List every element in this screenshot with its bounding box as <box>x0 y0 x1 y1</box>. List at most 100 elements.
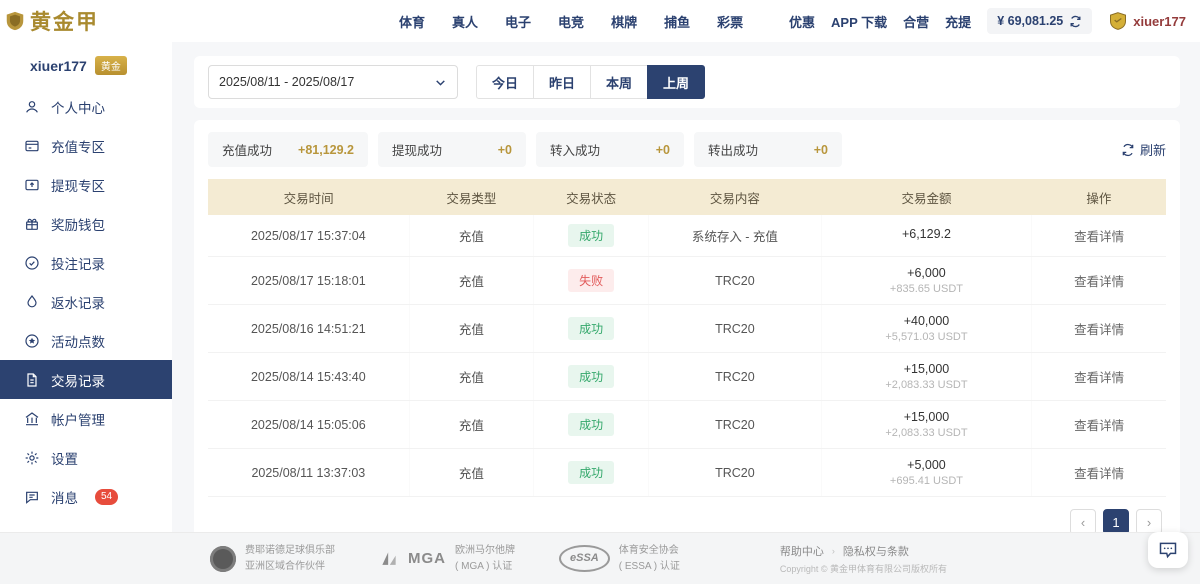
page: 黄金甲 体育 真人 电子 电竞 棋牌 捕鱼 彩票 优惠 APP 下载 合营 充提… <box>0 0 1200 584</box>
nav-esports[interactable]: 电竞 <box>558 12 584 31</box>
chat-bubble-icon <box>1157 540 1179 560</box>
status-badge: 成功 <box>568 461 614 484</box>
cell-time: 2025/08/17 15:37:04 <box>208 215 409 257</box>
wallet-balance[interactable]: ¥ 69,081.25 <box>987 8 1092 34</box>
customer-service-button[interactable] <box>1148 532 1188 568</box>
sidebar-item-label: 帐户管理 <box>51 409 105 429</box>
view-detail-link[interactable]: 查看详情 <box>1074 371 1124 385</box>
sidebar-item-recharge[interactable]: 充值专区 <box>0 126 172 165</box>
cell-status: 失败 <box>534 257 649 305</box>
sidebar-username: xiuer177 <box>30 58 87 74</box>
help-center-link[interactable]: 帮助中心 <box>780 543 824 559</box>
table-row: 2025/08/17 15:18:01 充值 失败 TRC20 +6,000+8… <box>208 257 1166 305</box>
top-header: 黄金甲 体育 真人 电子 电竞 棋牌 捕鱼 彩票 优惠 APP 下载 合营 充提… <box>0 0 1200 42</box>
cell-action: 查看详情 <box>1032 449 1166 497</box>
nav-live[interactable]: 真人 <box>452 12 478 31</box>
view-detail-link[interactable]: 查看详情 <box>1074 419 1124 433</box>
amount-usdt: +2,083.33 USDT <box>826 427 1028 439</box>
nav-slots[interactable]: 电子 <box>505 12 531 31</box>
status-badge: 失败 <box>568 269 614 292</box>
date-range-value: 2025/08/11 - 2025/08/17 <box>219 75 354 89</box>
balance-amount: ¥ 69,081.25 <box>997 14 1063 28</box>
tab-this-week[interactable]: 本周 <box>590 65 648 99</box>
site-logo[interactable]: 黄金甲 <box>4 6 99 36</box>
refresh-balance-icon[interactable] <box>1069 15 1082 28</box>
status-badge: 成功 <box>568 224 614 247</box>
nav-cards[interactable]: 棋牌 <box>611 12 637 31</box>
amount-value: +15,000 <box>826 410 1028 424</box>
partner-line1: 费耶诺德足球俱乐部 <box>245 543 335 559</box>
cell-type: 充值 <box>409 353 534 401</box>
refresh-icon <box>1121 143 1135 157</box>
table-row: 2025/08/17 15:37:04 充值 成功 系统存入 - 充值 +6,1… <box>208 215 1166 257</box>
sidebar-item-label: 交易记录 <box>51 370 105 390</box>
summary-transfer-out-success: 转出成功 +0 <box>694 132 842 167</box>
feyenoord-logo-icon <box>210 546 236 572</box>
sidebar-item-rebate-records[interactable]: 返水记录 <box>0 282 172 321</box>
nav-lottery[interactable]: 彩票 <box>717 12 743 31</box>
refresh-label: 刷新 <box>1140 140 1166 159</box>
cell-type: 充值 <box>409 401 534 449</box>
deposit-withdraw-link[interactable]: 充提 <box>945 12 971 31</box>
cell-type: 充值 <box>409 305 534 353</box>
sidebar-item-label: 提现专区 <box>51 175 105 195</box>
amount-value: +5,000 <box>826 458 1028 472</box>
cell-time: 2025/08/14 15:43:40 <box>208 353 409 401</box>
refresh-button[interactable]: 刷新 <box>1121 140 1166 159</box>
view-detail-link[interactable]: 查看详情 <box>1074 230 1124 244</box>
amount-value: +6,129.2 <box>826 227 1028 241</box>
amount-usdt: +2,083.33 USDT <box>826 379 1028 391</box>
view-detail-link[interactable]: 查看详情 <box>1074 323 1124 337</box>
status-badge: 成功 <box>568 317 614 340</box>
col-amount: 交易金额 <box>821 179 1032 215</box>
sidebar-item-account-manage[interactable]: 帐户管理 <box>0 399 172 438</box>
nav-fishing[interactable]: 捕鱼 <box>664 12 690 31</box>
sidebar-item-settings[interactable]: 设置 <box>0 438 172 477</box>
mga-sail-icon <box>379 549 399 569</box>
user-menu[interactable]: xiuer177 <box>1108 10 1186 32</box>
summary-label: 转入成功 <box>550 140 600 159</box>
footer-links-block: 帮助中心 › 隐私权与条款 Copyright © 黄金甲体育有限公司版权所有 <box>780 543 947 575</box>
sidebar-item-transaction-records[interactable]: 交易记录 <box>0 360 172 399</box>
date-range-select[interactable]: 2025/08/11 - 2025/08/17 <box>208 65 458 99</box>
sidebar-item-reward-wallet[interactable]: 奖励钱包 <box>0 204 172 243</box>
sidebar-item-withdraw[interactable]: 提现专区 <box>0 165 172 204</box>
message-count-badge: 54 <box>95 489 118 505</box>
sidebar-item-personal-center[interactable]: 个人中心 <box>0 87 172 126</box>
tab-last-week[interactable]: 上周 <box>647 65 705 99</box>
tab-yesterday[interactable]: 昨日 <box>533 65 591 99</box>
sidebar-item-activity-points[interactable]: 活动点数 <box>0 321 172 360</box>
partner-line1: 欧洲马尔他牌 <box>455 543 515 559</box>
sidebar-item-bet-records[interactable]: 投注记录 <box>0 243 172 282</box>
partner-feyenoord: 费耶诺德足球俱乐部 亚洲区域合作伙伴 <box>210 543 335 574</box>
summary-row: 充值成功 +81,129.2 提现成功 +0 转入成功 +0 转出成功 +0 <box>208 132 1166 167</box>
amount-usdt: +5,571.03 USDT <box>826 331 1028 343</box>
rebate-records-icon <box>24 294 40 310</box>
privacy-terms-link[interactable]: 隐私权与条款 <box>843 543 909 559</box>
amount-usdt: +695.41 USDT <box>826 475 1028 487</box>
date-tabs: 今日 昨日 本周 上周 <box>476 65 705 99</box>
view-detail-link[interactable]: 查看详情 <box>1074 275 1124 289</box>
col-action: 操作 <box>1032 179 1166 215</box>
nav-sports[interactable]: 体育 <box>399 12 425 31</box>
footer-link-separator: › <box>832 546 835 556</box>
amount-value: +40,000 <box>826 314 1028 328</box>
cell-amount: +5,000 +695.41 USDT <box>821 449 1032 497</box>
sidebar-item-label: 奖励钱包 <box>51 214 105 234</box>
chevron-down-icon <box>434 76 447 89</box>
main-content: 2025/08/11 - 2025/08/17 今日 昨日 本周 上周 充值成功… <box>172 42 1200 532</box>
app-download-link[interactable]: APP 下载 <box>831 12 887 31</box>
sidebar-item-messages[interactable]: 消息 54 <box>0 477 172 516</box>
view-detail-link[interactable]: 查看详情 <box>1074 467 1124 481</box>
cell-action: 查看详情 <box>1032 305 1166 353</box>
amount-value: +6,000 <box>826 266 1028 280</box>
tab-today[interactable]: 今日 <box>476 65 534 99</box>
settings-icon <box>24 450 40 466</box>
summary-value: +0 <box>656 143 670 157</box>
sidebar-item-label: 充值专区 <box>51 136 105 156</box>
cell-status: 成功 <box>534 401 649 449</box>
table-row: 2025/08/14 15:43:40 充值 成功 TRC20 +15,000+… <box>208 353 1166 401</box>
summary-label: 充值成功 <box>222 140 272 159</box>
affiliate-link[interactable]: 合营 <box>903 12 929 31</box>
promo-link[interactable]: 优惠 <box>789 12 815 31</box>
